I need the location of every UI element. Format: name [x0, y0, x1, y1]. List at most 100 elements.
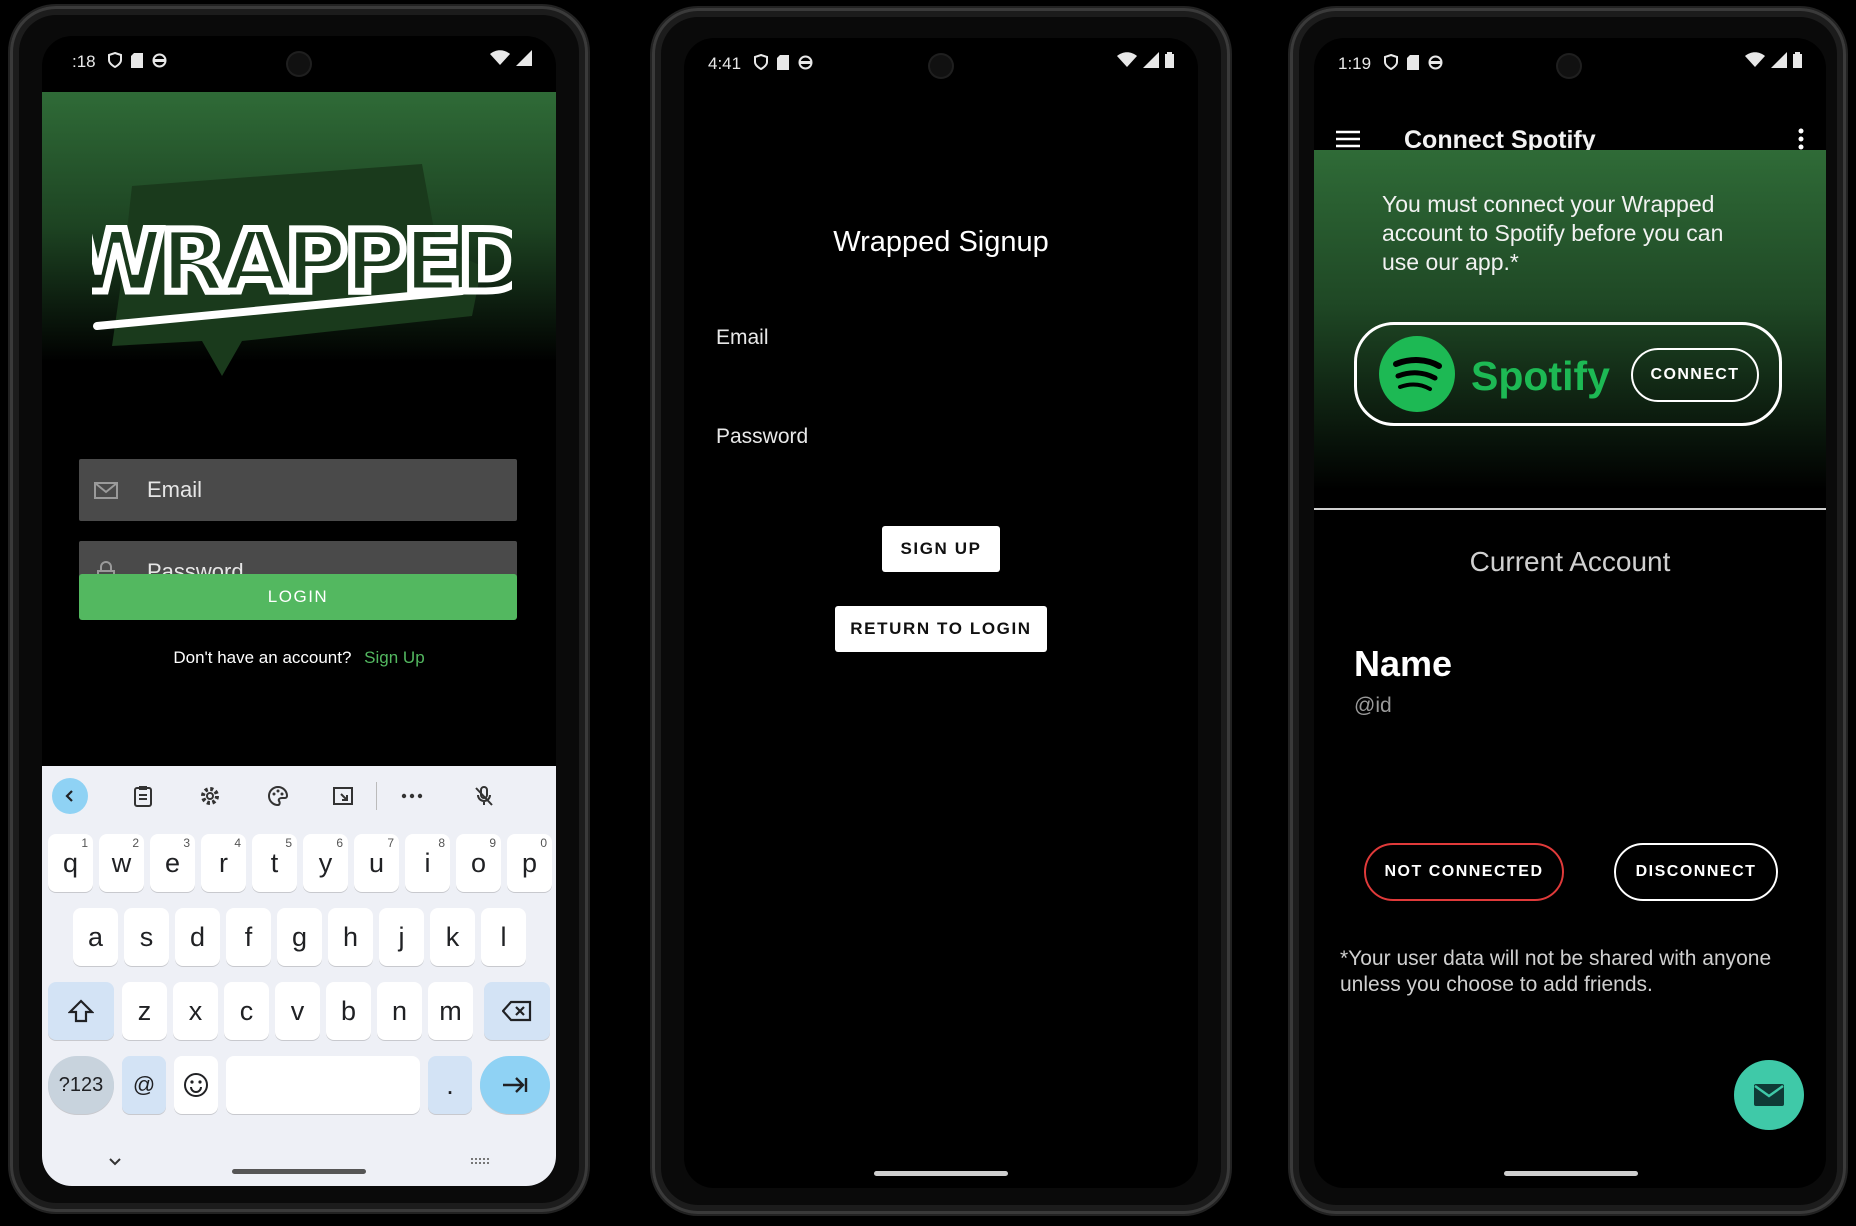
key-j[interactable]: j	[379, 908, 424, 966]
sync-icon	[1428, 55, 1443, 69]
mic-off-icon[interactable]	[466, 778, 502, 814]
connect-button[interactable]: CONNECT	[1631, 348, 1759, 402]
at-key[interactable]: @	[122, 1056, 166, 1114]
key-j-label: j	[398, 921, 405, 952]
return-to-login-button[interactable]: RETURN TO LOGIN	[835, 606, 1047, 652]
connection-status-button[interactable]: NOT CONNECTED	[1364, 843, 1564, 901]
key-i-hint: 8	[438, 836, 445, 850]
key-o[interactable]: o9	[456, 834, 501, 892]
keyboard-switch-icon[interactable]	[470, 1154, 490, 1172]
signal-icon	[1143, 52, 1159, 68]
collapse-toolbar-icon[interactable]	[52, 778, 88, 814]
key-m[interactable]: m	[428, 982, 473, 1040]
email-field[interactable]: Email	[716, 326, 769, 350]
password-field[interactable]: Password	[716, 425, 808, 449]
key-y-hint: 6	[336, 836, 343, 850]
key-y[interactable]: y6	[303, 834, 348, 892]
shield-icon	[108, 52, 122, 68]
phone-connect: 1:19 Connect Spotify You must connect yo…	[1290, 8, 1846, 1214]
key-w[interactable]: w2	[99, 834, 144, 892]
key-x[interactable]: x	[173, 982, 218, 1040]
key-u[interactable]: u7	[354, 834, 399, 892]
next-key[interactable]	[480, 1056, 550, 1114]
settings-gear-icon[interactable]	[192, 778, 228, 814]
shift-key[interactable]	[48, 982, 114, 1040]
key-z-label: z	[137, 995, 152, 1026]
message-fab[interactable]	[1734, 1060, 1804, 1130]
key-i[interactable]: i8	[405, 834, 450, 892]
key-b[interactable]: b	[326, 982, 371, 1040]
key-f[interactable]: f	[226, 908, 271, 966]
account-id: @id	[1354, 694, 1392, 717]
emoji-icon	[184, 1073, 208, 1097]
status-bar: :18	[42, 36, 556, 92]
key-p-label: p	[521, 847, 538, 878]
signup-link[interactable]: Sign Up	[364, 648, 424, 667]
key-c[interactable]: c	[224, 982, 269, 1040]
key-i-label: i	[424, 847, 431, 878]
current-account-heading: Current Account	[1469, 546, 1671, 577]
resize-keyboard-icon[interactable]	[325, 778, 361, 814]
mail-icon	[94, 482, 118, 499]
backspace-key[interactable]	[484, 982, 550, 1040]
key-t[interactable]: t5	[252, 834, 297, 892]
symbols-key[interactable]: ?123	[48, 1056, 114, 1114]
login-button[interactable]: LOGIN	[79, 574, 517, 620]
home-indicator[interactable]	[874, 1171, 1008, 1176]
key-z[interactable]: z	[122, 982, 167, 1040]
key-h[interactable]: h	[328, 908, 373, 966]
wifi-icon	[1745, 52, 1765, 67]
home-indicator[interactable]	[232, 1169, 366, 1174]
login-hero: WRAPPED	[42, 92, 556, 392]
connect-screen: 1:19 Connect Spotify You must connect yo…	[1314, 38, 1826, 1188]
signup-title: Wrapped Signup	[833, 226, 1049, 258]
sign-up-button[interactable]: SIGN UP	[882, 526, 1000, 572]
key-n[interactable]: n	[377, 982, 422, 1040]
key-a[interactable]: a	[73, 908, 118, 966]
clipboard-icon[interactable]	[125, 778, 161, 814]
key-v[interactable]: v	[275, 982, 320, 1040]
key-d[interactable]: d	[175, 908, 220, 966]
emoji-key[interactable]	[174, 1056, 218, 1114]
key-e[interactable]: e3	[150, 834, 195, 892]
status-bar: 4:41	[684, 38, 1198, 94]
disconnect-button[interactable]: DISCONNECT	[1614, 843, 1778, 901]
key-c-label: c	[239, 995, 254, 1026]
key-p-hint: 0	[540, 836, 547, 850]
more-options-icon[interactable]	[394, 778, 430, 814]
key-q[interactable]: q1	[48, 834, 93, 892]
front-camera	[288, 53, 310, 75]
status-time: :18	[72, 52, 96, 71]
home-indicator[interactable]	[1504, 1171, 1638, 1176]
soft-keyboard: ?123 @ . q1w2e3r4t5y6u7i8o9p0asdfghjklzx…	[42, 766, 556, 1186]
key-p[interactable]: p0	[507, 834, 552, 892]
key-t-label: t	[270, 847, 279, 878]
key-r-label: r	[219, 847, 228, 878]
sd-card-icon	[1407, 54, 1419, 70]
key-r[interactable]: r4	[201, 834, 246, 892]
front-camera	[930, 55, 952, 77]
key-w-hint: 2	[132, 836, 139, 850]
key-k[interactable]: k	[430, 908, 475, 966]
key-d-label: d	[189, 921, 206, 952]
key-u-label: u	[368, 847, 385, 878]
email-field[interactable]: Email	[79, 459, 517, 521]
backspace-icon	[502, 1000, 532, 1022]
key-v-label: v	[290, 995, 305, 1026]
mail-icon	[1754, 1084, 1784, 1106]
email-placeholder: Email	[147, 477, 203, 502]
key-s[interactable]: s	[124, 908, 169, 966]
battery-icon	[1793, 52, 1802, 68]
keyboard-toolbar	[42, 772, 556, 816]
key-m-label: m	[439, 995, 462, 1026]
hide-keyboard-icon[interactable]	[108, 1154, 122, 1172]
signup-prompt: Don't have an account? Sign Up	[42, 648, 556, 668]
login-screen: :18 WRAPPED Email Password LOGIN Don't h…	[42, 36, 556, 1186]
status-bar: 1:19	[1314, 38, 1826, 94]
key-l[interactable]: l	[481, 908, 526, 966]
shift-icon	[68, 999, 94, 1023]
palette-icon[interactable]	[260, 778, 296, 814]
key-g[interactable]: g	[277, 908, 322, 966]
space-key[interactable]	[226, 1056, 420, 1114]
period-key[interactable]: .	[428, 1056, 472, 1114]
